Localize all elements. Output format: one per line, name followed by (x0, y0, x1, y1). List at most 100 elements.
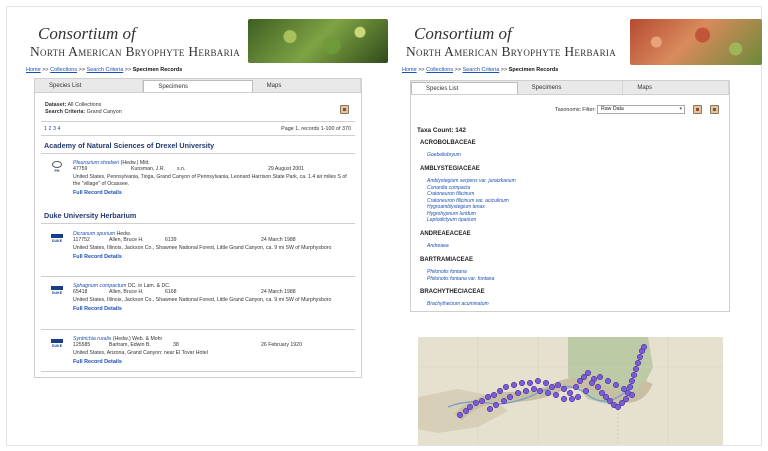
specimen-map-marker[interactable] (506, 393, 514, 401)
specimen-map-marker[interactable] (604, 377, 612, 385)
specimen-map-marker[interactable] (530, 385, 538, 393)
specimen-map-marker[interactable] (596, 373, 604, 381)
tab-maps[interactable]: Maps (253, 79, 361, 92)
family-heading: AMBLYSTEGIACEAE (420, 166, 480, 172)
specimen-map-marker[interactable] (500, 397, 508, 405)
full-record-link[interactable]: Full Record Details (73, 254, 355, 260)
specimen-map-marker[interactable] (522, 387, 530, 395)
divider (41, 121, 355, 122)
specimen-map-marker[interactable] (622, 395, 630, 403)
specimen-map-marker[interactable] (490, 391, 498, 399)
collector: Allen, Bruce H. (109, 237, 144, 243)
specimen-map-marker[interactable] (478, 397, 486, 405)
breadcrumb-collections-link[interactable]: Collections (50, 67, 77, 73)
specimen-map-marker[interactable] (554, 381, 562, 389)
specimen-map-marker[interactable] (492, 401, 500, 409)
collection-date: 24 March 1988 (261, 237, 296, 243)
specimen-map-marker[interactable] (632, 365, 640, 373)
collector-number: 6139 (165, 237, 177, 243)
specimen-map-marker[interactable] (502, 383, 510, 391)
tab-species-list[interactable]: Species List (411, 82, 518, 94)
divider (41, 371, 355, 372)
pagination-links[interactable]: 1 2 3 4 (44, 126, 61, 132)
tab-specimens[interactable]: Specimens (143, 80, 253, 92)
full-record-link[interactable]: Full Record Details (73, 359, 355, 365)
specimen-map-marker[interactable] (628, 377, 636, 385)
specimen-map-marker[interactable] (514, 389, 522, 397)
specimen-map-marker[interactable] (542, 379, 550, 387)
tab-maps[interactable]: Maps (623, 81, 730, 94)
locality: United States, Illinois, Jackson Co., Sh… (73, 297, 332, 303)
specimen-map-marker[interactable] (628, 391, 636, 399)
specimen-map-marker[interactable] (636, 353, 644, 361)
specimen-map-marker[interactable] (612, 381, 620, 389)
specimen-map-marker[interactable] (496, 387, 504, 395)
taxon-link[interactable]: Andreaea (427, 243, 449, 250)
collector: Bartram, Edwin B. (109, 342, 151, 348)
full-record-link[interactable]: Full Record Details (73, 306, 355, 312)
specimen-map-marker[interactable] (582, 387, 590, 395)
specimen-map-marker[interactable] (594, 383, 602, 391)
taxon-link[interactable]: Leptodictyum riparium (427, 217, 516, 224)
specimen-map-marker[interactable] (456, 411, 464, 419)
tab-species-list[interactable]: Species List (35, 79, 144, 92)
dataset-info: Dataset: All Collections Search Criteria… (45, 102, 122, 115)
download-icon[interactable] (710, 105, 719, 114)
taxonomic-filter-select[interactable]: Raw Data (597, 105, 685, 114)
specimen-map-marker[interactable] (552, 391, 560, 399)
specimen-map-marker[interactable] (630, 371, 638, 379)
specimen-map-marker[interactable] (620, 385, 628, 393)
collector: Allen, Bruce H. (109, 289, 144, 295)
specimen-map-marker[interactable] (484, 393, 492, 401)
moss-banner-image (248, 19, 388, 63)
left-tab-bar: Species List Specimens Maps (35, 79, 361, 93)
tab-specimens[interactable]: Specimens (518, 81, 624, 94)
catalog-number: 47759 (73, 166, 88, 172)
specimen-map-marker[interactable] (634, 359, 642, 367)
specimen-map-marker[interactable] (584, 369, 592, 377)
moss-banner-image (630, 19, 762, 65)
taxon-link[interactable]: Philonotis fontana var. fontana (427, 276, 494, 283)
breadcrumb-search-link[interactable]: Search Criteria (87, 67, 124, 73)
dataset-value: All Collections (67, 102, 102, 108)
specimen-map-marker[interactable] (486, 405, 494, 413)
breadcrumb-collections-link[interactable]: Collections (426, 67, 453, 73)
breadcrumb-search-link[interactable]: Search Criteria (463, 67, 500, 73)
taxon-link[interactable]: Amblystegium serpens var. juratzkanum (427, 178, 516, 185)
breadcrumb-home-link[interactable]: Home (402, 67, 417, 73)
specimen-map-marker[interactable] (536, 387, 544, 395)
specimen-map-marker[interactable] (560, 385, 568, 393)
taxon-link[interactable]: Goebeliobryum (427, 152, 461, 159)
locality: United States, Pennsylvania, Tioga, Gran… (73, 174, 347, 187)
specimen-map-marker[interactable] (510, 381, 518, 389)
specimen-map-marker[interactable] (574, 393, 582, 401)
specimen-map-marker[interactable] (626, 383, 634, 391)
specimen-map-marker[interactable] (518, 379, 526, 387)
specimen-map-marker[interactable] (548, 383, 556, 391)
collection-date: 29 August 2001 (268, 166, 305, 172)
locality: United States, Arizona, Grand Canyon: ne… (73, 350, 208, 356)
specimen-map-marker[interactable] (568, 395, 576, 403)
specimen-map-marker[interactable] (526, 379, 534, 387)
family-heading: ACROBOLBACEAE (420, 140, 476, 146)
specimen-map-marker[interactable] (544, 389, 552, 397)
list-icon[interactable] (693, 105, 702, 114)
specimen-map[interactable] (418, 337, 723, 445)
right-site-header: Consortium of North American Bryophyte H… (406, 20, 646, 72)
specimen-map-marker[interactable] (472, 399, 480, 407)
full-record-link[interactable]: Full Record Details (73, 190, 355, 196)
specimen-map-marker[interactable] (534, 377, 542, 385)
specimen-map-marker[interactable] (466, 403, 474, 411)
specimen-map-marker[interactable] (572, 383, 580, 391)
specimen-record: Pleurozium shreberi (Hedw.) Mitt. 47759 … (73, 160, 355, 196)
specimen-map-marker[interactable] (560, 395, 568, 403)
taxon-list: Andreaea (427, 243, 449, 250)
catalog-number: 117752 (73, 237, 90, 243)
specimen-map-marker[interactable] (566, 389, 574, 397)
breadcrumb-current: Specimen Records (508, 67, 559, 73)
specimen-map-marker[interactable] (640, 343, 648, 351)
breadcrumb-home-link[interactable]: Home (26, 67, 41, 73)
specimen-map-marker[interactable] (588, 379, 596, 387)
download-icon[interactable] (340, 105, 349, 114)
taxon-link[interactable]: Brachythecium acuminatum (427, 301, 489, 308)
